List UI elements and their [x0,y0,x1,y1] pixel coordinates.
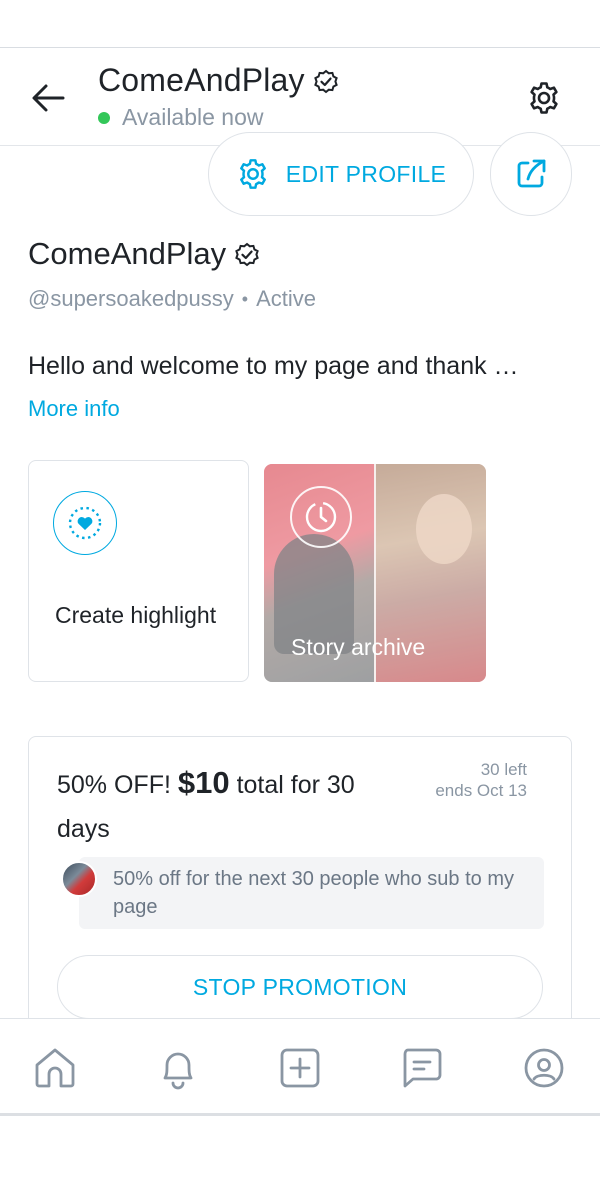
add-post-icon [280,1048,320,1088]
bottom-blank-area [0,1116,600,1200]
avatar [61,861,97,897]
story-archive-card[interactable]: Story archive [264,464,486,682]
verified-badge-icon [235,242,259,267]
bottom-navigation [0,1018,600,1116]
gear-icon [530,82,558,114]
profile-handle: @supersoakedpussy [28,286,234,311]
nav-messages[interactable] [399,1045,445,1091]
bell-icon [163,1052,193,1090]
stop-promotion-button[interactable]: STOP PROMOTION [57,955,543,1019]
handle-separator: • [241,288,249,309]
back-button[interactable] [28,80,68,116]
share-icon [517,159,546,188]
heart-circle-icon [68,506,102,540]
availability-status: Available now [98,104,264,131]
status-bar-area [0,0,600,48]
profile-icon [524,1048,564,1088]
gear-icon [239,159,266,189]
arrow-left-icon [32,84,65,112]
nav-home[interactable] [32,1045,78,1091]
nav-profile[interactable] [521,1045,567,1091]
promotion-meta: 30 left ends Oct 13 [435,759,527,801]
more-info-link[interactable]: More info [28,396,120,422]
profile-bio: Hello and welcome to my page and thank … [28,352,519,380]
share-profile-button[interactable] [490,132,572,216]
settings-button[interactable] [524,78,564,118]
promotion-card: 50% OFF! $10 total for 30 days 30 left e… [28,736,572,1036]
verified-badge-icon [313,69,338,93]
status-text: Available now [122,104,264,130]
create-highlight-label: Create highlight [55,602,217,628]
nav-notifications[interactable] [155,1045,201,1091]
home-icon [35,1048,75,1088]
nav-add-post[interactable] [277,1045,323,1091]
edit-profile-label: EDIT PROFILE [285,160,447,187]
story-archive-label: Story archive [291,634,426,660]
profile-display-name: ComeAndPlay [28,236,227,271]
promotion-title-prefix: 50% OFF! [57,771,171,799]
promotion-remaining: 30 left [480,760,527,779]
archive-clock-icon [305,501,337,533]
edit-profile-button[interactable]: EDIT PROFILE [208,132,474,216]
activity-status: Active [256,286,317,311]
header-title: ComeAndPlay [98,62,339,99]
archive-clock-icon-wrap [290,486,352,548]
promotion-title: 50% OFF! $10 total for 30 days [57,761,375,851]
profile-handle-row: @supersoakedpussy • Active [28,286,316,312]
header-name: ComeAndPlay [98,62,305,98]
highlight-icon-circle [53,491,117,555]
create-highlight-card[interactable]: Create highlight [28,460,249,682]
promotion-end-date: ends Oct 13 [435,781,527,800]
online-dot [98,111,110,124]
promotion-note: 50% off for the next 30 people who sub t… [113,868,514,918]
profile-name: ComeAndPlay [28,236,260,272]
promotion-price: $10 [177,765,230,800]
messages-icon [403,1048,442,1088]
